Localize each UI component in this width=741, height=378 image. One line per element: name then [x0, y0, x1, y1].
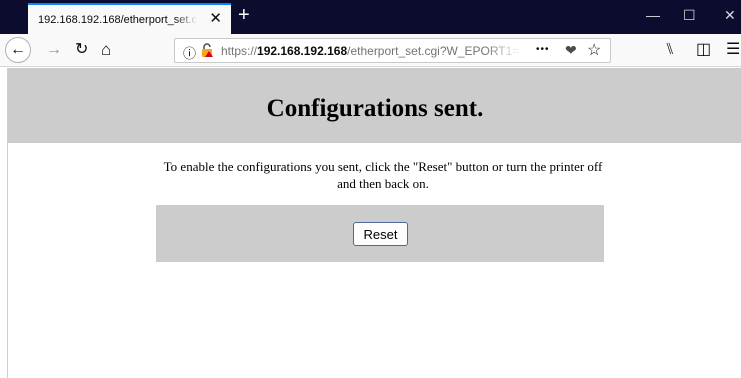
home-icon[interactable]: ⌂: [101, 41, 111, 59]
reset-panel: Reset: [156, 205, 604, 262]
page-content: Configurations sent. To enable the confi…: [7, 68, 741, 378]
reload-icon[interactable]: ↻: [75, 41, 88, 59]
reset-button[interactable]: Reset: [353, 222, 408, 246]
header-band: Configurations sent.: [8, 68, 741, 143]
url-bar[interactable]: ⓘ https://192.168.192.168/etherport_set.…: [174, 38, 611, 63]
menu-icon[interactable]: ☰: [726, 41, 740, 59]
tab-title: 192.168.192.168/etherport_set.cgi?W_EPOR…: [38, 13, 198, 26]
back-button[interactable]: ←: [5, 37, 31, 63]
insecure-lock-icon[interactable]: [200, 43, 214, 58]
page-actions-icon[interactable]: •••: [536, 44, 550, 55]
maximize-icon[interactable]: ☐: [683, 6, 696, 24]
instruction-message: To enable the configurations you sent, c…: [163, 159, 603, 191]
url-prefix: https://: [221, 44, 258, 58]
url-host: 192.168.192.168: [257, 44, 348, 58]
minimize-icon[interactable]: —: [646, 6, 660, 24]
page-heading: Configurations sent.: [266, 95, 484, 122]
bookmark-star-icon[interactable]: ☆: [587, 40, 601, 60]
forward-icon[interactable]: →: [46, 41, 62, 59]
url-text[interactable]: https://192.168.192.168/etherport_set.cg…: [221, 44, 521, 58]
pocket-icon[interactable]: ❤: [565, 42, 577, 59]
window-close-icon[interactable]: ✕: [724, 6, 736, 24]
new-tab-icon[interactable]: +: [238, 4, 250, 26]
tab-close-icon[interactable]: ✕: [209, 11, 222, 27]
library-icon[interactable]: ⑊: [665, 41, 675, 59]
back-arrow-icon: ←: [10, 41, 26, 58]
browser-tab-active[interactable]: 192.168.192.168/etherport_set.cgi?W_EPOR…: [28, 3, 231, 34]
site-info-icon[interactable]: ⓘ: [183, 43, 196, 62]
navigation-toolbar: ← → ↻ ⌂ ⓘ https://192.168.192.168/etherp…: [0, 34, 741, 67]
url-path: /etherport_set.cgi?W_EPORT1=: [347, 44, 520, 58]
tab-bar: 192.168.192.168/etherport_set.cgi?W_EPOR…: [0, 0, 741, 34]
sidebar-icon[interactable]: ◫: [696, 41, 711, 59]
